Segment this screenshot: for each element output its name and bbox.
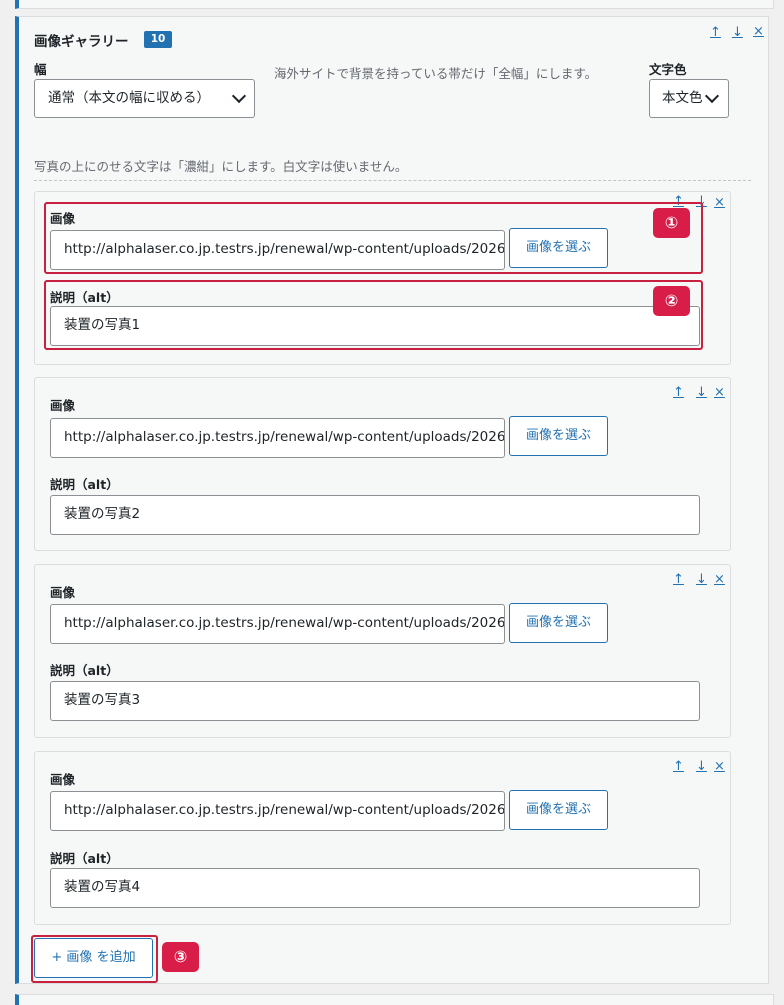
alt-label: 説明（alt） [50,477,119,492]
alt-label: 説明（alt） [50,290,119,305]
text-color-select-value: 本文色 [662,90,703,106]
choose-image-button[interactable]: 画像を選ぶ [509,790,608,830]
image-url-input[interactable]: http://alphalaser.co.jp.testrs.jp/renewa… [50,604,505,644]
item-count-badge: 10 [144,31,172,48]
gallery-item: ↑ ↓ × 画像 http://alphalaser.co.jp.testrs.… [34,564,731,738]
item-move-up-icon[interactable]: ↑ [673,760,684,774]
text-color-label: 文字色 [649,62,687,77]
image-url-input[interactable]: http://alphalaser.co.jp.testrs.jp/renewa… [50,230,505,270]
gallery-item: ↑ ↓ × 画像 http://alphalaser.co.jp.testrs.… [34,751,731,925]
item-remove-icon[interactable]: × [714,386,725,400]
item-move-up-icon[interactable]: ↑ [673,573,684,587]
item-remove-icon[interactable]: × [714,573,725,587]
choose-image-button[interactable]: 画像を選ぶ [509,228,608,268]
previous-block [15,0,774,9]
image-url-input[interactable]: http://alphalaser.co.jp.testrs.jp/renewa… [50,791,505,831]
gallery-item: ↑ ↓ × 画像 http://alphalaser.co.jp.testrs.… [34,191,731,365]
width-select[interactable]: 通常（本文の幅に収める） [34,79,255,118]
item-move-down-icon[interactable]: ↓ [696,573,707,587]
choose-image-button[interactable]: 画像を選ぶ [509,416,608,456]
image-label: 画像 [50,398,76,413]
item-move-up-icon[interactable]: ↑ [673,195,684,209]
alt-input[interactable]: 装置の写真1 [50,306,700,346]
item-move-down-icon[interactable]: ↓ [696,386,707,400]
item-move-down-icon[interactable]: ↓ [696,195,707,209]
overlay-text-note: 写真の上にのせる文字は「濃紺」にします。白文字は使いません。 [34,159,408,174]
alt-input[interactable]: 装置の写真4 [50,868,700,908]
item-move-down-icon[interactable]: ↓ [696,760,707,774]
gallery-item: ↑ ↓ × 画像 http://alphalaser.co.jp.testrs.… [34,377,731,551]
image-url-input[interactable]: http://alphalaser.co.jp.testrs.jp/renewa… [50,418,505,458]
alt-label: 説明（alt） [50,663,119,678]
alt-input[interactable]: 装置の写真2 [50,495,700,535]
alt-input[interactable]: 装置の写真3 [50,681,700,721]
chevron-down-icon [704,88,720,104]
callout-3: ③ [162,942,199,972]
add-image-button[interactable]: + 画像 を追加 [34,938,153,978]
image-label: 画像 [50,211,76,226]
choose-image-button[interactable]: 画像を選ぶ [509,603,608,643]
block-title: 画像ギャラリー [34,34,129,50]
item-remove-icon[interactable]: × [714,196,725,210]
width-note: 海外サイトで背景を持っている帯だけ「全幅」にします。 [274,66,598,81]
chevron-down-icon [231,88,247,104]
block-remove-icon[interactable]: × [753,25,764,39]
item-remove-icon[interactable]: × [714,760,725,774]
item-move-up-icon[interactable]: ↑ [673,386,684,400]
next-block [15,994,774,1005]
divider [34,180,751,181]
callout-2: ② [653,286,690,316]
width-label: 幅 [34,62,47,77]
width-select-value: 通常（本文の幅に収める） [48,90,210,106]
block-move-down-icon[interactable]: ↓ [732,26,743,40]
image-label: 画像 [50,585,76,600]
callout-1: ① [653,208,690,238]
image-label: 画像 [50,772,76,787]
text-color-select[interactable]: 本文色 [649,79,729,118]
block-move-up-icon[interactable]: ↑ [710,26,721,40]
alt-label: 説明（alt） [50,851,119,866]
